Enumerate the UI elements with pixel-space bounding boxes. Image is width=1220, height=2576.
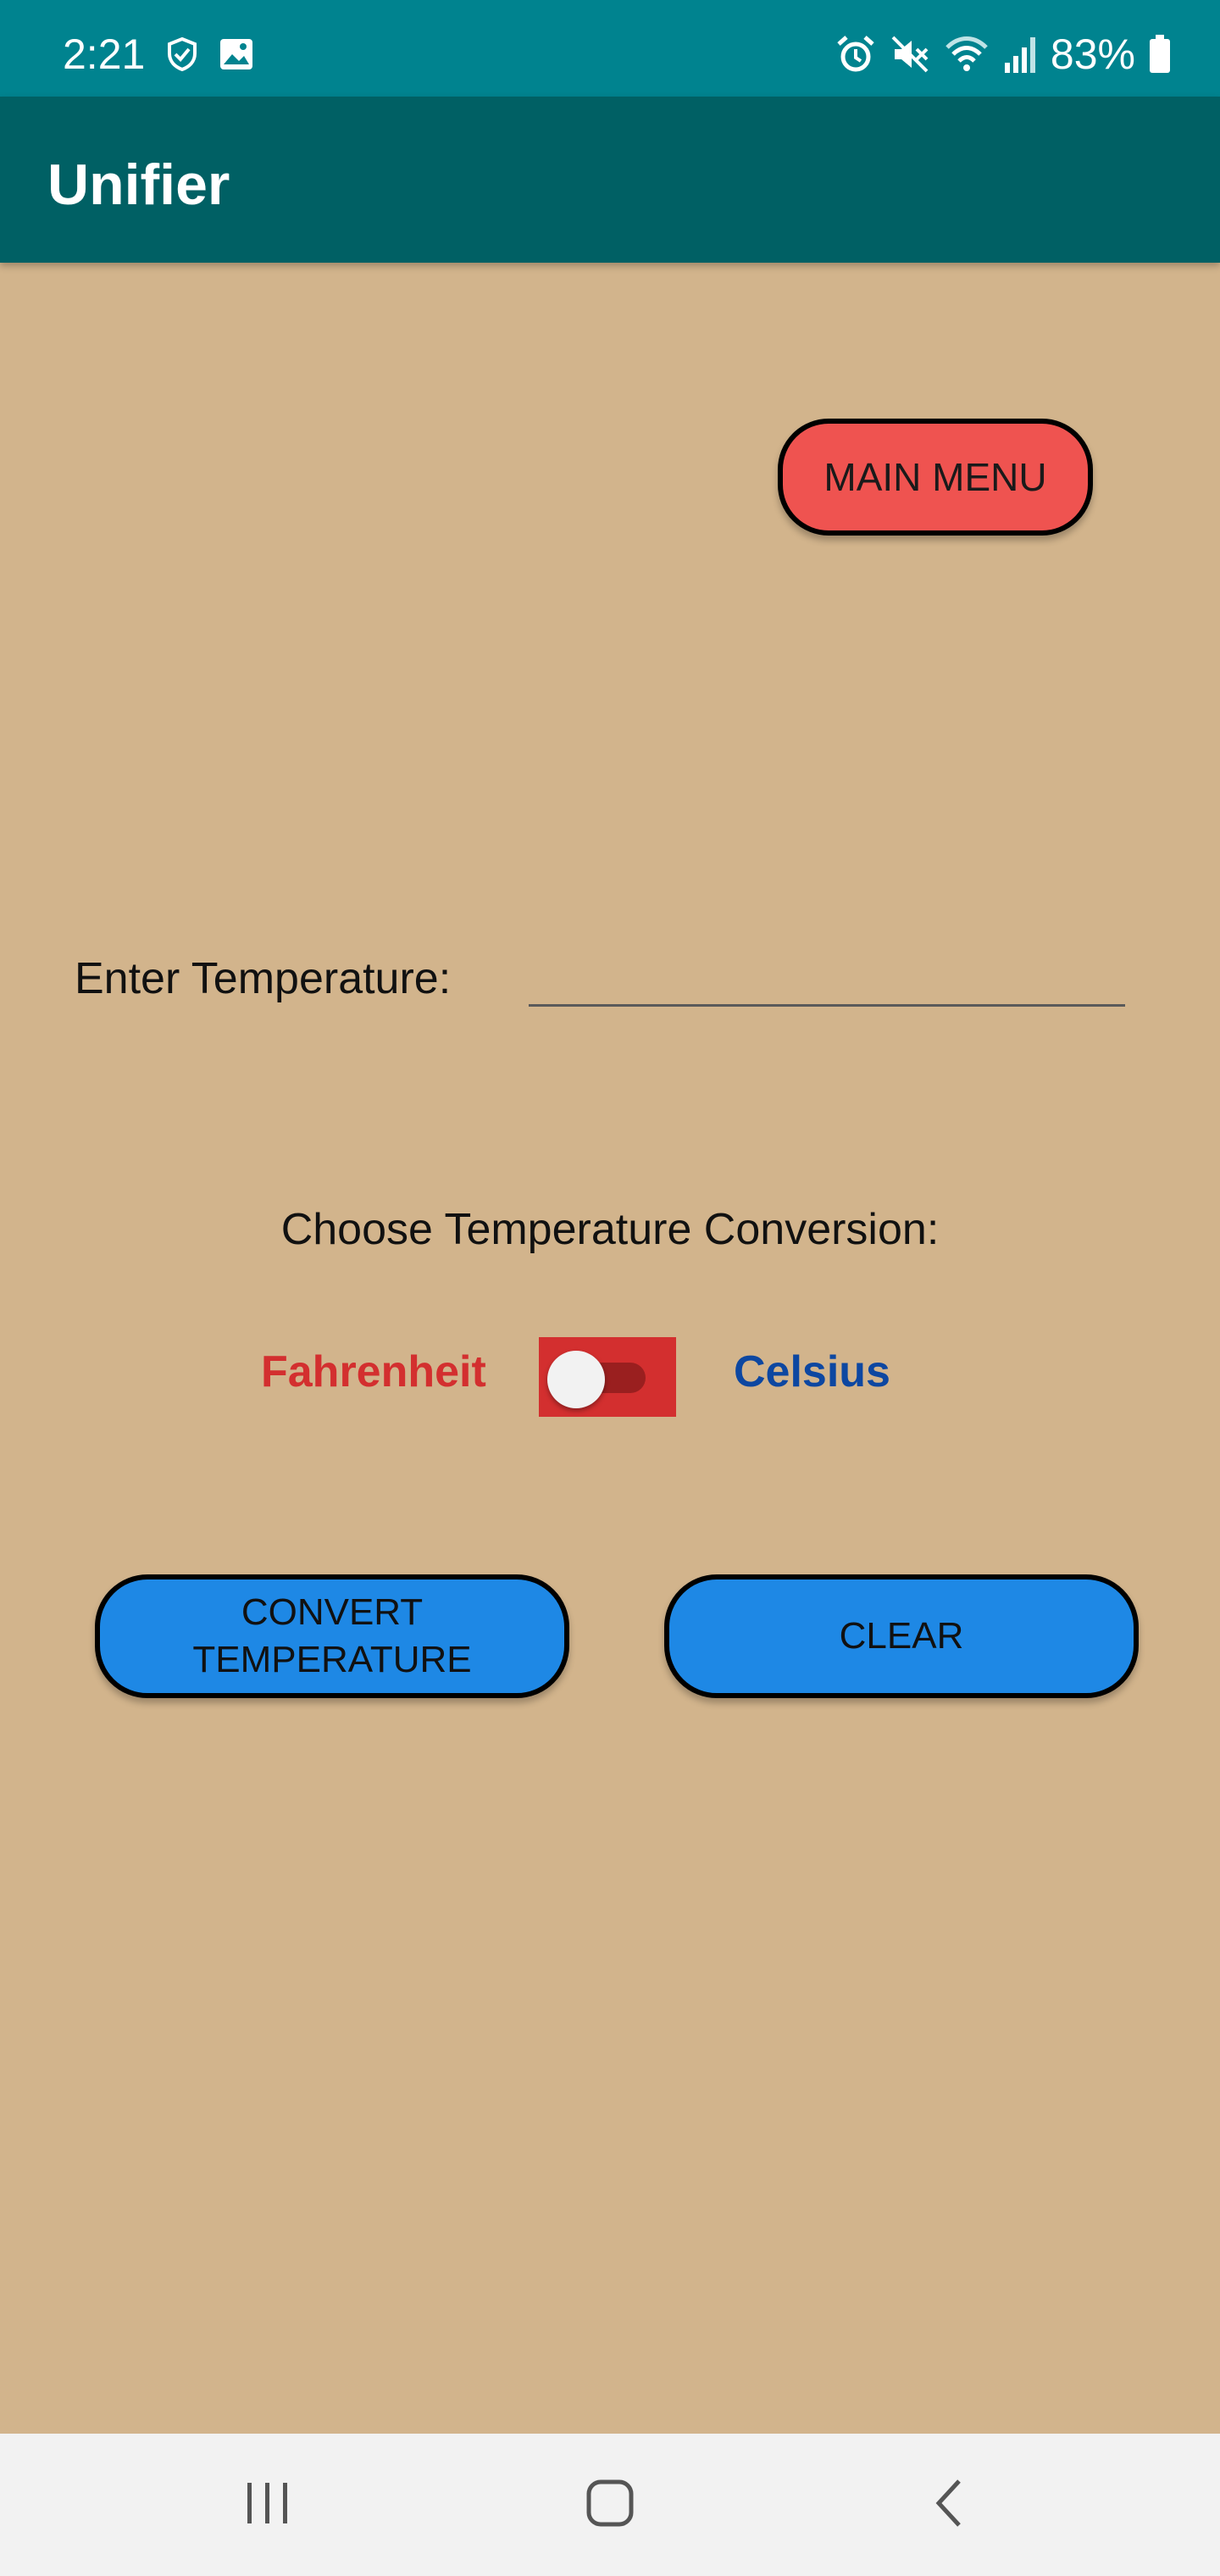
choose-conversion-label: Choose Temperature Conversion:: [280, 1205, 940, 1254]
main-menu-button[interactable]: MAIN MENU: [778, 419, 1093, 536]
status-left-icons: [166, 36, 254, 75]
convert-button-label: CONVERT TEMPERATURE: [188, 1589, 476, 1684]
wifi-icon: [944, 34, 990, 75]
fahrenheit-label: Fahrenheit: [261, 1347, 486, 1396]
temperature-input[interactable]: [529, 939, 1125, 1007]
app-bar: Unifier: [0, 97, 1220, 263]
status-bar: 2:21 83%: [0, 0, 1220, 97]
back-button[interactable]: [864, 2434, 1034, 2576]
shield-icon: [166, 36, 198, 75]
clear-button[interactable]: CLEAR: [664, 1574, 1139, 1698]
recents-icon: [242, 2481, 293, 2529]
mute-icon: [890, 34, 930, 75]
battery-percentage: 83%: [1050, 31, 1135, 78]
navigation-bar: [0, 2434, 1220, 2576]
status-right-icons: 83%: [835, 29, 1171, 80]
battery-icon: [1149, 35, 1171, 74]
image-icon: [219, 37, 254, 75]
home-button[interactable]: [525, 2434, 695, 2576]
app-title: Unifier: [47, 153, 230, 217]
recents-button[interactable]: [183, 2434, 352, 2576]
enter-temperature-label: Enter Temperature:: [75, 954, 452, 1003]
convert-temperature-button[interactable]: CONVERT TEMPERATURE: [95, 1574, 569, 1698]
home-icon: [585, 2478, 635, 2533]
celsius-label: Celsius: [734, 1347, 890, 1396]
status-time: 2:21: [63, 31, 146, 78]
convert-label-line2: TEMPERATURE: [192, 1639, 472, 1680]
conversion-toggle-switch[interactable]: [539, 1337, 676, 1417]
convert-label-line1: CONVERT: [241, 1591, 424, 1633]
toggle-thumb[interactable]: [547, 1351, 605, 1408]
signal-icon: [1003, 34, 1037, 75]
back-icon: [932, 2478, 966, 2533]
alarm-icon: [835, 34, 876, 75]
